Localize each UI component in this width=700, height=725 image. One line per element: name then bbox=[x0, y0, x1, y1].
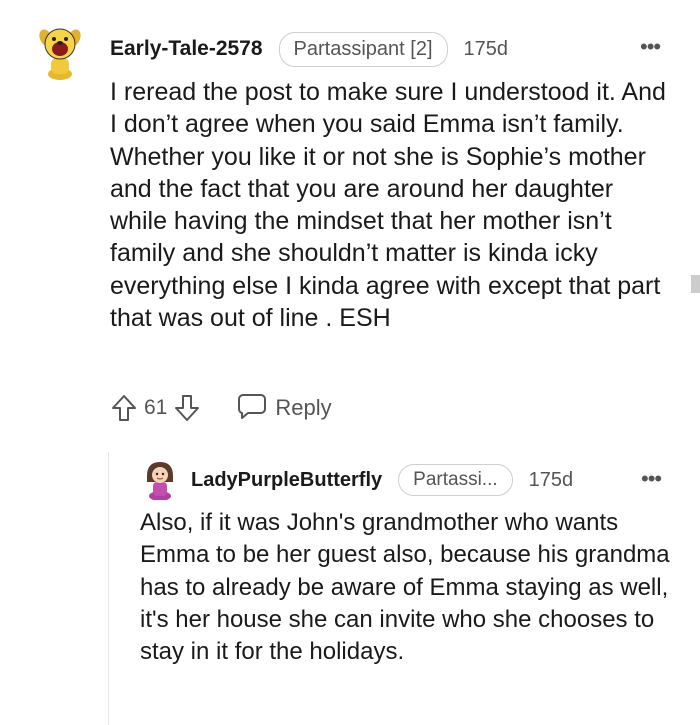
comment-actions: 61 Reply bbox=[110, 390, 332, 426]
downvote-arrow-icon[interactable] bbox=[173, 393, 201, 423]
user-flair: Partassipant [2] bbox=[278, 31, 448, 67]
more-options-icon[interactable]: ••• bbox=[640, 34, 661, 60]
dog-avatar-icon[interactable] bbox=[38, 24, 82, 80]
speech-bubble-icon bbox=[237, 392, 267, 425]
reply-timestamp: 175d bbox=[528, 468, 574, 491]
comment-body: I reread the post to make sure I underst… bbox=[110, 78, 666, 333]
reply-button[interactable]: Reply bbox=[237, 392, 332, 425]
reply-body: Also, if it was John's grandmother who w… bbox=[140, 509, 670, 666]
upvote-arrow-icon[interactable] bbox=[110, 393, 138, 423]
reply-more-options-icon[interactable]: ••• bbox=[641, 466, 662, 492]
reply-label: Reply bbox=[275, 395, 332, 420]
vote-count: 61 bbox=[144, 396, 168, 419]
reply-user-flair: Partassi... bbox=[398, 464, 513, 496]
scrollbar-thumb[interactable] bbox=[691, 275, 700, 293]
thread-line[interactable] bbox=[108, 452, 109, 725]
reply-header: LadyPurpleButterfly Partassi... 175d bbox=[191, 460, 573, 500]
reply-username[interactable]: LadyPurpleButterfly bbox=[191, 469, 382, 492]
username[interactable]: Early-Tale-2578 bbox=[110, 37, 263, 61]
timestamp: 175d bbox=[463, 37, 509, 60]
girl-avatar-icon[interactable] bbox=[143, 460, 177, 501]
comment-header: Early-Tale-2578 Partassipant [2] 175d bbox=[110, 30, 508, 68]
